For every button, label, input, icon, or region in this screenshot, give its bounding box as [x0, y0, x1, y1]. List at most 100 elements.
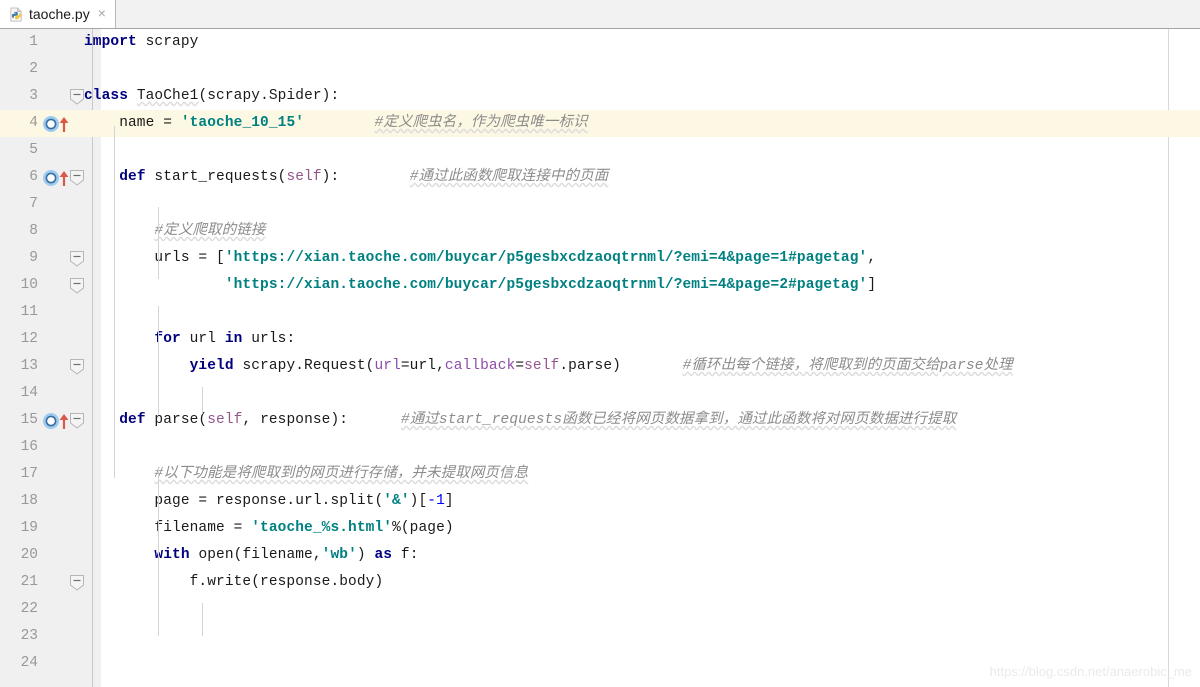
token-plain: ]: [867, 277, 877, 293]
code-line[interactable]: 12 for url in urls:: [0, 326, 1200, 353]
override-marker-icon[interactable]: [42, 115, 70, 133]
token-plain: %(page): [392, 520, 454, 536]
token-kw: def: [119, 412, 146, 428]
token-plain: open(filename,: [189, 547, 322, 563]
token-plain: parse(: [145, 412, 208, 428]
line-number: 23: [20, 628, 38, 644]
line-number: 19: [20, 520, 38, 536]
token-plain: ): [356, 547, 375, 563]
token-cmt: #通过start_requests函数已经将网页数据拿到，通过此函数将对网页数据…: [400, 412, 957, 428]
code-line[interactable]: 15 def parse(self, response): #通过start_r…: [0, 407, 1200, 434]
code-line[interactable]: 11: [0, 299, 1200, 326]
indent-guide: [202, 603, 203, 636]
watermark: https://blog.csdn.net/anaerobic_me: [989, 664, 1192, 679]
code-line[interactable]: 10 'https://xian.taoche.com/buycar/p5ges…: [0, 272, 1200, 299]
token-self: self: [524, 358, 560, 374]
line-number: 1: [29, 34, 38, 50]
code-line[interactable]: 5: [0, 137, 1200, 164]
line-number: 12: [20, 331, 38, 347]
token-plain: f.write(response.body): [84, 574, 384, 590]
token-plain: scrapy: [136, 34, 199, 50]
code-text: #定义爬取的链接: [84, 218, 265, 245]
line-number: 18: [20, 493, 38, 509]
code-line[interactable]: 14: [0, 380, 1200, 407]
token-plain: urls:: [242, 331, 296, 347]
token-plain: ,: [867, 250, 877, 266]
token-plain: filename =: [84, 520, 252, 536]
override-marker-icon[interactable]: [42, 169, 70, 187]
line-number: 15: [20, 412, 38, 428]
code-text: urls = ['https://xian.taoche.com/buycar/…: [84, 245, 876, 272]
code-line[interactable]: 22: [0, 596, 1200, 623]
line-number: 9: [29, 250, 38, 266]
code-line[interactable]: 4 name = 'taoche_10_15' #定义爬虫名，作为爬虫唯一标识: [0, 110, 1200, 137]
token-plain: page = response.url.split(: [84, 493, 384, 509]
code-editor[interactable]: 1 import scrapy 2 3 class TaoChe1(scrapy.Spi…: [0, 29, 1200, 687]
code-line[interactable]: 21 f.write(response.body): [0, 569, 1200, 596]
token-str: 'taoche_10_15': [180, 115, 305, 131]
code-text: f.write(response.body): [84, 569, 384, 596]
token-plain: start_requests(: [145, 169, 287, 185]
override-marker-icon[interactable]: [42, 412, 70, 430]
code-text: page = response.url.split('&')[-1]: [84, 488, 454, 515]
token-str: '&': [383, 493, 410, 509]
token-plain: )[: [409, 493, 428, 509]
code-text: #以下功能是将爬取到的网页进行存储，并未提取网页信息: [84, 461, 528, 488]
code-line[interactable]: 19 filename = 'taoche_%s.html'%(page): [0, 515, 1200, 542]
line-number: 21: [20, 574, 38, 590]
code-line[interactable]: 3 class TaoChe1(scrapy.Spider):: [0, 83, 1200, 110]
tab-taoche-py[interactable]: taoche.py ×: [0, 0, 116, 28]
code-text: 'https://xian.taoche.com/buycar/p5gesbxc…: [84, 272, 876, 299]
token-plain: , response):: [242, 412, 401, 428]
line-number: 3: [29, 88, 38, 104]
token-str: 'taoche_%s.html': [251, 520, 393, 536]
token-kw: yield: [189, 358, 234, 374]
token-cmt: #通过此函数爬取连接中的页面: [409, 169, 609, 185]
code-line[interactable]: 1 import scrapy: [0, 29, 1200, 56]
token-plain: urls = [: [84, 250, 225, 266]
line-number: 13: [20, 358, 38, 374]
close-icon[interactable]: ×: [95, 6, 107, 22]
line-number: 5: [29, 142, 38, 158]
line-number: 6: [29, 169, 38, 185]
code-text: filename = 'taoche_%s.html'%(page): [84, 515, 454, 542]
token-kw: import: [84, 34, 137, 50]
code-text: def parse(self, response): #通过start_requ…: [84, 407, 956, 434]
code-text: import scrapy: [84, 29, 198, 56]
indent-guide: [202, 387, 203, 414]
code-line[interactable]: 6 def start_requests(self): #通过此函数爬取连接中的…: [0, 164, 1200, 191]
tab-bar-empty-area: [115, 0, 1200, 28]
code-line[interactable]: 13 yield scrapy.Request(url=url,callback…: [0, 353, 1200, 380]
token-parm: callback: [444, 358, 516, 374]
line-number: 8: [29, 223, 38, 239]
code-lines: 1 import scrapy 2 3 class TaoChe1(scrapy.Spi…: [0, 29, 1200, 677]
line-number: 17: [20, 466, 38, 482]
token-cmt: #以下功能是将爬取到的网页进行存储，并未提取网页信息: [154, 466, 529, 482]
token-cmt: #定义爬取的链接: [154, 223, 266, 239]
token-self: self: [207, 412, 243, 428]
code-line[interactable]: 7: [0, 191, 1200, 218]
token-cmt: #定义爬虫名，作为爬虫唯一标识: [374, 115, 588, 131]
tab-label: taoche.py: [29, 6, 90, 22]
code-line[interactable]: 18 page = response.url.split('&')[-1]: [0, 488, 1200, 515]
code-line[interactable]: 20 with open(filename,'wb') as f:: [0, 542, 1200, 569]
line-number: 22: [20, 601, 38, 617]
code-line[interactable]: 9 urls = ['https://xian.taoche.com/buyca…: [0, 245, 1200, 272]
code-line[interactable]: 17 #以下功能是将爬取到的网页进行存储，并未提取网页信息: [0, 461, 1200, 488]
line-number: 7: [29, 196, 38, 212]
indent-guide: [158, 468, 159, 636]
indent-guide: [158, 306, 159, 414]
code-text: def start_requests(self): #通过此函数爬取连接中的页面: [84, 164, 608, 191]
code-line[interactable]: 23: [0, 623, 1200, 650]
token-plain: =url,: [400, 358, 445, 374]
token-cmt: #循环出每个链接，将爬取到的页面交给parse处理: [682, 358, 1013, 374]
line-number: 11: [20, 304, 38, 320]
token-plain: name =: [84, 115, 181, 131]
code-line[interactable]: 16: [0, 434, 1200, 461]
code-line[interactable]: 8 #定义爬取的链接: [0, 218, 1200, 245]
line-number: 2: [29, 61, 38, 77]
code-line[interactable]: 2: [0, 56, 1200, 83]
